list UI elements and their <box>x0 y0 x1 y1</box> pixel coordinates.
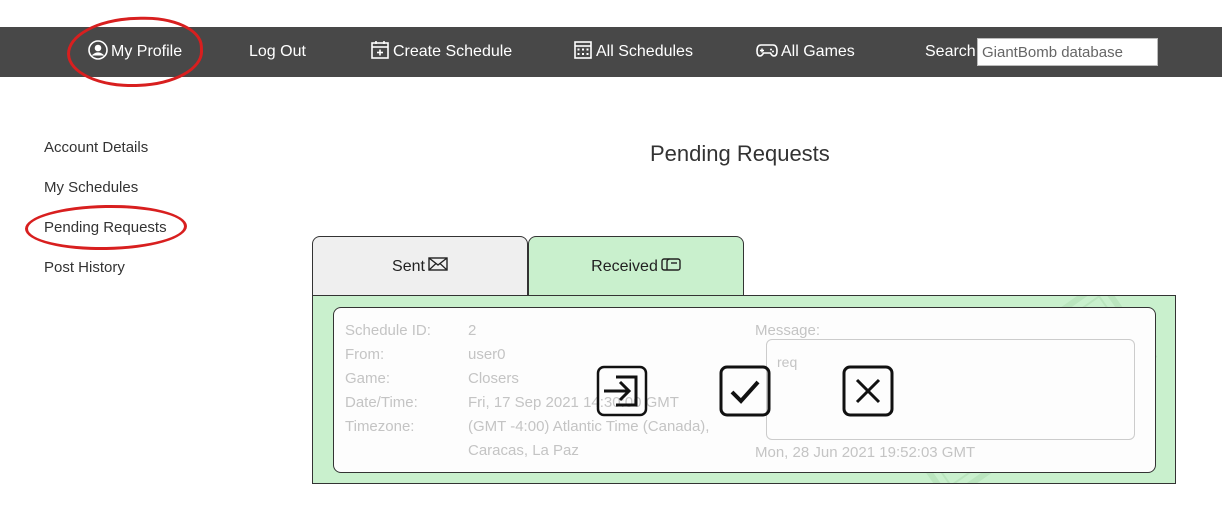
sidebar-item-post-history[interactable]: Post History <box>44 259 125 276</box>
sidebar-item-pending-requests[interactable]: Pending Requests <box>44 219 167 236</box>
sent-timestamp: Mon, 28 Jun 2021 19:52:03 GMT <box>755 444 976 461</box>
nav-all-games-label: All Games <box>781 43 855 60</box>
schedule-id-value: 2 <box>468 322 477 339</box>
gamepad-icon <box>756 41 781 64</box>
envelope-icon <box>425 256 448 277</box>
user-circle-icon <box>88 39 111 65</box>
request-card: Schedule ID: 2 From: user0 Game: Closers… <box>333 307 1156 473</box>
enter-arrow-icon <box>596 365 648 417</box>
game-label: Game: <box>345 370 391 387</box>
nav-all-schedules[interactable]: All Schedules <box>573 27 693 77</box>
tab-received[interactable]: Received <box>528 236 744 296</box>
schedule-id-label: Schedule ID: <box>345 322 431 339</box>
calendar-plus-icon <box>370 40 393 65</box>
nav-log-out-label: Log Out <box>249 43 306 60</box>
search-label: Search <box>925 43 976 60</box>
nav-my-profile[interactable]: My Profile <box>88 27 182 77</box>
timezone-label: Timezone: <box>345 418 415 435</box>
decline-button[interactable] <box>842 365 894 422</box>
tab-sent-label: Sent <box>392 257 425 275</box>
open-request-button[interactable] <box>596 365 648 422</box>
mailbox-icon <box>658 256 681 277</box>
message-box: req <box>766 339 1135 440</box>
from-label: From: <box>345 346 385 363</box>
check-icon <box>719 365 771 417</box>
tab-received-label: Received <box>591 257 658 275</box>
x-icon <box>842 365 894 417</box>
page-title: Pending Requests <box>650 141 830 166</box>
nav-log-out[interactable]: Log Out <box>249 27 306 77</box>
tab-sent[interactable]: Sent <box>312 236 528 296</box>
nav-create-schedule-label: Create Schedule <box>393 43 513 60</box>
message-label: Message: <box>755 322 821 339</box>
timezone-value: (GMT -4:00) Atlantic Time (Canada), Cara… <box>468 418 710 459</box>
requests-panel: RECEIVED Schedule ID: 2 From: user0 Game… <box>312 295 1176 484</box>
sidebar-item-my-schedules[interactable]: My Schedules <box>44 179 138 196</box>
calendar-grid-icon <box>573 40 596 65</box>
search-input[interactable] <box>977 38 1158 66</box>
nav-all-games[interactable]: All Games <box>756 27 855 77</box>
nav-create-schedule[interactable]: Create Schedule <box>370 27 512 77</box>
sidebar-item-account-details[interactable]: Account Details <box>44 139 148 156</box>
from-value: user0 <box>468 346 506 363</box>
datetime-label: Date/Time: <box>345 394 418 411</box>
nav-my-profile-label: My Profile <box>111 43 183 60</box>
nav-all-schedules-label: All Schedules <box>596 43 693 60</box>
accept-button[interactable] <box>719 365 771 422</box>
